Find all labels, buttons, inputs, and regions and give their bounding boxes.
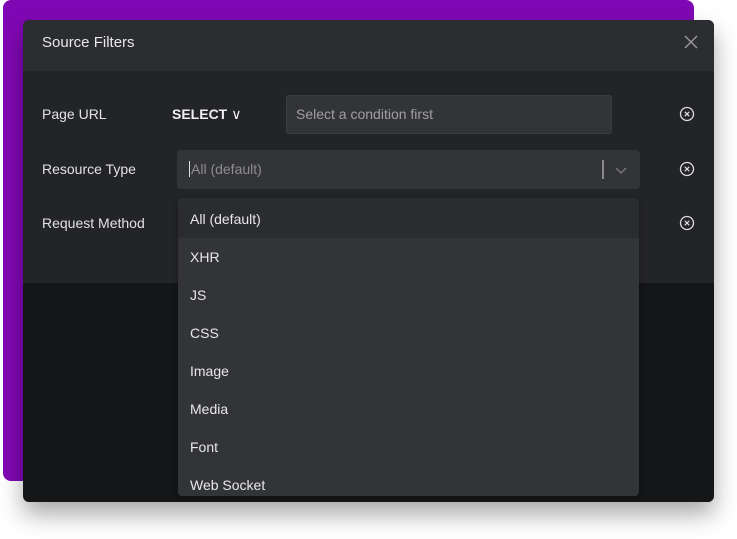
resource-type-value: All (default): [189, 161, 262, 177]
menu-option[interactable]: Web Socket: [178, 466, 639, 496]
menu-option[interactable]: Media: [178, 390, 639, 428]
condition-label: SELECT: [172, 106, 228, 122]
clear-request-method-icon[interactable]: [679, 215, 695, 231]
page-url-condition-select[interactable]: SELECT ∨: [172, 106, 241, 123]
menu-option[interactable]: CSS: [178, 314, 639, 352]
chevron-down-icon: ∨: [231, 106, 242, 122]
page-url-input[interactable]: Select a condition first: [286, 95, 612, 134]
page-url-label: Page URL: [42, 106, 107, 122]
dialog-title: Source Filters: [42, 34, 135, 51]
clear-resource-type-icon[interactable]: [679, 161, 695, 177]
source-filters-dialog: Source Filters Page URL SELECT ∨ Select a…: [23, 20, 714, 502]
clear-page-url-icon[interactable]: [679, 106, 695, 122]
select-separator: [602, 160, 604, 179]
menu-option[interactable]: All (default): [178, 198, 639, 238]
menu-option[interactable]: Font: [178, 428, 639, 466]
resource-type-label: Resource Type: [42, 161, 136, 177]
close-icon[interactable]: [682, 33, 700, 51]
menu-option[interactable]: Image: [178, 352, 639, 390]
menu-option[interactable]: XHR: [178, 238, 639, 276]
dialog-header: Source Filters: [23, 20, 714, 71]
menu-option[interactable]: JS: [178, 276, 639, 314]
request-method-label: Request Method: [42, 215, 145, 231]
resource-type-menu: All (default) XHR JS CSS Image Media Fon…: [178, 198, 639, 496]
resource-type-select[interactable]: All (default): [177, 150, 640, 189]
chevron-down-icon[interactable]: [614, 163, 628, 177]
